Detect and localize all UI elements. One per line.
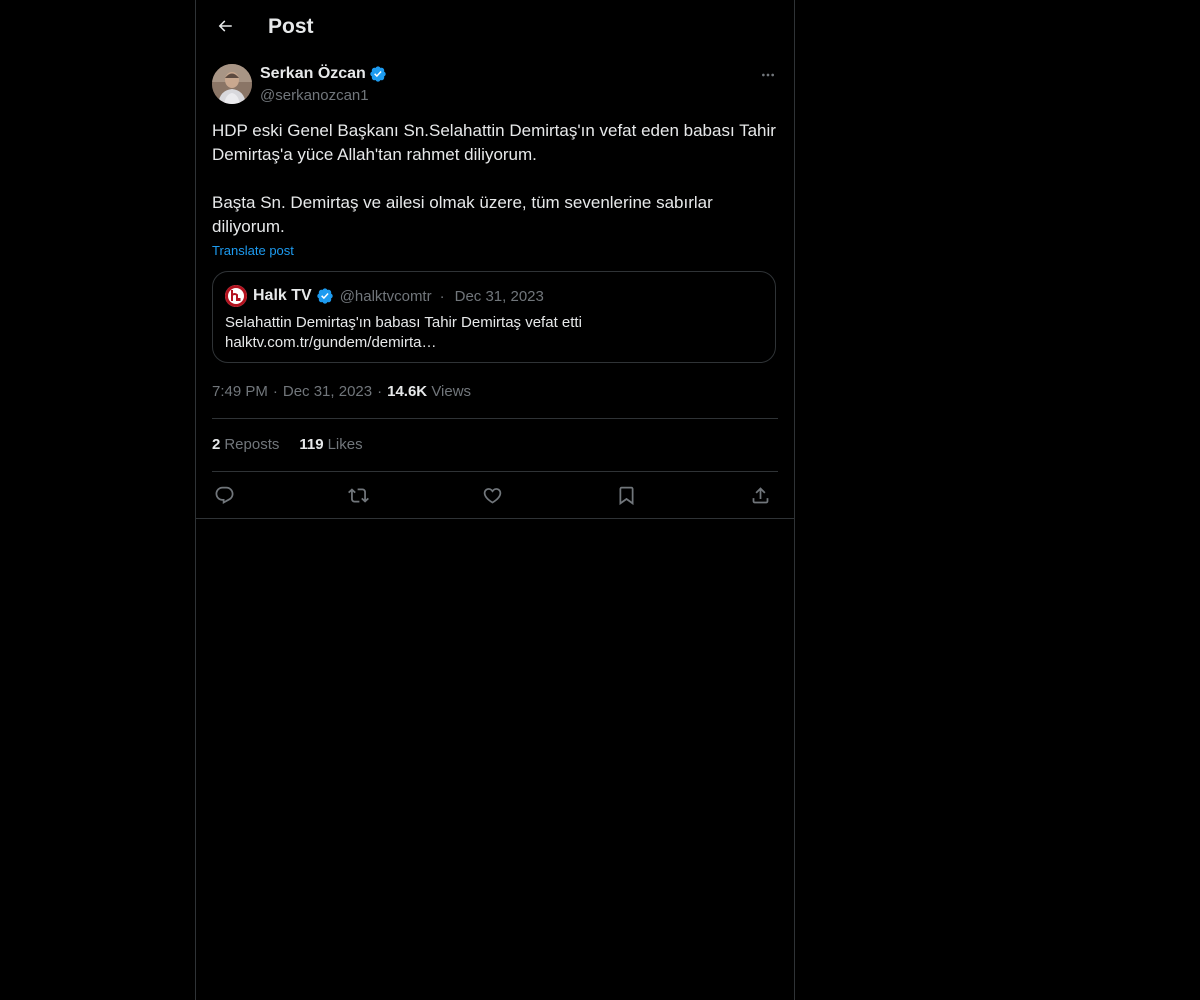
action-bar [212,472,778,518]
likes-label: Likes [327,436,363,453]
page-title: Post [268,15,314,38]
post-time[interactable]: 7:49 PM [212,383,268,400]
bookmark-button[interactable] [614,483,638,507]
post-meta: 7:49 PM · Dec 31, 2023 · 14.6K Views [212,382,471,402]
quoted-post[interactable]: Halk TV @halktvcomtr · Dec 31, 2023 Sela… [212,271,776,363]
avatar[interactable] [212,64,252,104]
likes-stat[interactable]: 119 Likes [299,435,362,455]
divider [196,518,794,519]
views-label: Views [431,383,472,400]
post-paragraph: Başta Sn. Demirtaş ve ailesi olmak üzere… [212,193,713,236]
post-paragraph: HDP eski Genel Başkanı Sn.Selahattin Dem… [212,121,776,164]
post-detail-column: Post Serkan Özcan @serkanozcan1 HDP eski… [195,0,795,1000]
quoted-post-date: Dec 31, 2023 [454,287,544,305]
reposts-count: 2 [212,436,221,453]
quoted-author-handle: @halktvcomtr [339,287,432,305]
verified-badge-icon [316,287,334,305]
likes-count: 119 [299,436,324,453]
quoted-post-text: Selahattin Demirtaş'ın babası Tahir Demi… [225,313,765,353]
quoted-author-name: Halk TV [253,287,312,304]
post-text: HDP eski Genel Başkanı Sn.Selahattin Dem… [212,119,778,239]
share-icon [750,485,771,506]
like-icon [482,485,503,506]
author-handle[interactable]: @serkanozcan1 [260,86,369,106]
author-name[interactable]: Serkan Özcan [260,64,387,84]
quoted-post-line: Selahattin Demirtaş'ın babası Tahir Demi… [225,314,582,331]
arrow-left-icon [216,17,234,35]
separator-dot: · [377,383,383,400]
reposts-stat[interactable]: 2 Reposts [212,435,279,455]
reply-button[interactable] [212,483,236,507]
bookmark-icon [616,485,637,506]
divider [212,418,778,419]
repost-icon [347,485,369,506]
translate-post-link[interactable]: Translate post [212,242,294,260]
author-display-name[interactable]: Serkan Özcan [260,64,366,84]
verified-badge-icon [369,65,387,83]
repost-button[interactable] [346,483,370,507]
more-horizontal-icon [760,67,776,83]
more-options-button[interactable] [754,64,782,86]
quoted-post-header: Halk TV @halktvcomtr · Dec 31, 2023 [225,285,544,307]
back-button[interactable] [208,9,242,43]
like-button[interactable] [480,483,504,507]
separator-dot: · [272,383,278,400]
views-count: 14.6K [387,383,428,400]
reposts-label: Reposts [224,436,280,453]
engagement-stats: 2 Reposts 119 Likes [212,435,363,455]
quoted-post-link[interactable]: halktv.com.tr/gundem/demirta… [225,333,765,353]
post-header: Post [196,0,794,53]
post-date[interactable]: Dec 31, 2023 [283,383,372,400]
halk-tv-logo-icon [225,285,247,307]
reply-icon [214,485,235,506]
separator-dot: · [439,287,445,305]
share-button[interactable] [748,483,772,507]
